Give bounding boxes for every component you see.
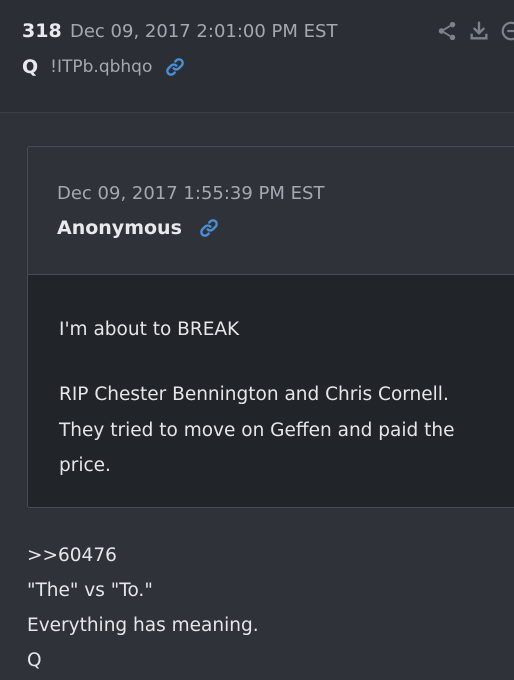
quoted-post-author: Anonymous	[57, 217, 182, 239]
message-line: "The" vs "To."	[27, 580, 153, 601]
quoted-author-row: Anonymous	[57, 217, 220, 239]
quoted-post-header: Dec 09, 2017 1:55:39 PM EST Anonymous	[28, 147, 514, 275]
link-icon[interactable]	[198, 217, 220, 239]
quoted-line: price.	[59, 455, 111, 476]
quoted-post-date: Dec 09, 2017 1:55:39 PM EST	[57, 183, 325, 204]
post-author: Q	[22, 56, 39, 78]
post-message: >>60476 "The" vs "To." Everything has me…	[27, 538, 259, 678]
quoted-line: RIP Chester Bennington and Chris Cornell…	[59, 384, 449, 405]
post-header: 318 Dec 09, 2017 2:01:00 PM EST Q !ITPb.…	[0, 0, 514, 113]
post-date: Dec 09, 2017 2:01:00 PM EST	[70, 21, 338, 42]
quoted-line: I'm about to BREAK	[59, 319, 240, 340]
post-tripcode: !ITPb.qbhqo	[50, 57, 153, 77]
download-icon[interactable]	[468, 20, 490, 42]
message-line: Everything has meaning.	[27, 615, 259, 636]
post-number: 318	[22, 20, 62, 42]
post-actions	[436, 20, 514, 42]
partial-icon[interactable]	[500, 20, 514, 42]
reply-link[interactable]: >>60476	[27, 538, 259, 573]
share-icon[interactable]	[436, 20, 458, 42]
quoted-line: They tried to move on Geffen and paid th…	[59, 420, 455, 441]
link-icon[interactable]	[164, 56, 186, 78]
post-author-row: Q !ITPb.qbhqo	[22, 56, 186, 78]
message-signature: Q	[27, 650, 42, 671]
